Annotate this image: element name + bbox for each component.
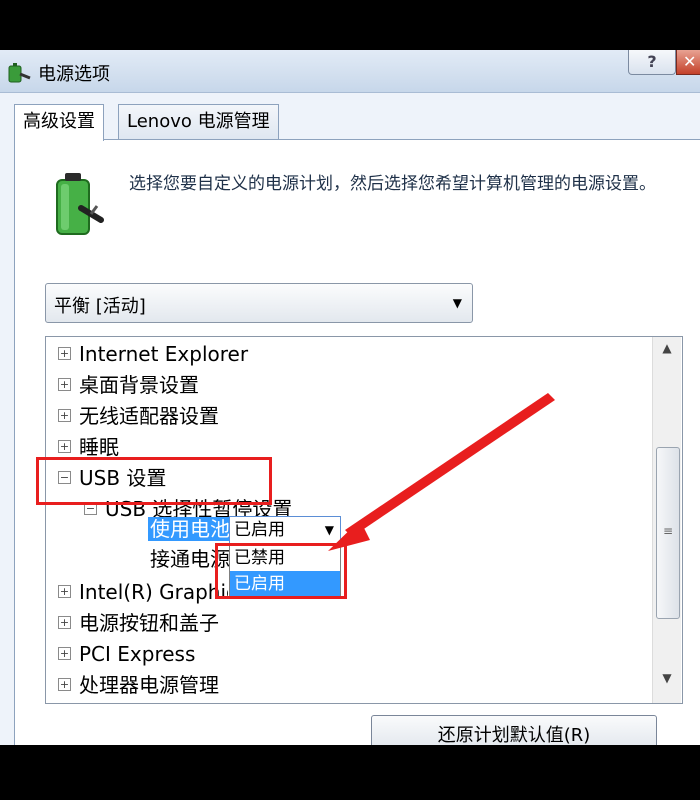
tab-advanced-settings[interactable]: 高级设置 (14, 104, 104, 141)
power-options-window: 电源选项 ? ✕ 高级设置 Lenovo 电源管理 选择您要自定义的电源计划，然… (0, 50, 700, 745)
annotation-arrow (328, 393, 555, 551)
